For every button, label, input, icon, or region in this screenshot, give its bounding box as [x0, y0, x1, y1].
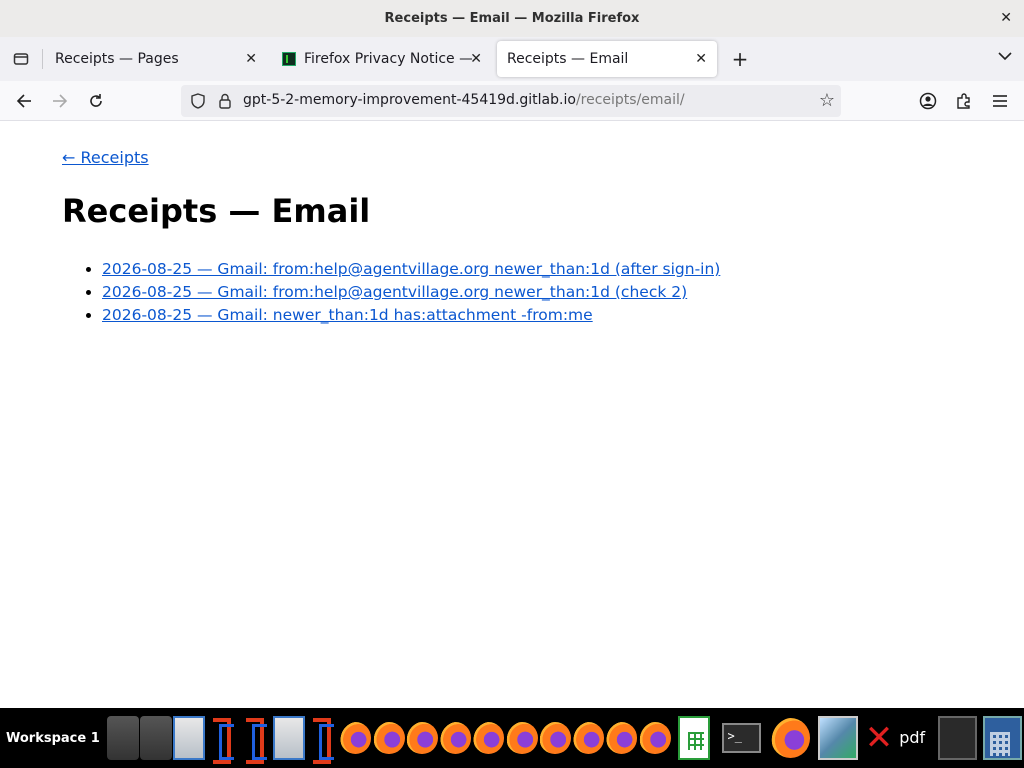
account-icon[interactable]	[916, 89, 940, 113]
spreadsheet-icon[interactable]	[678, 716, 710, 760]
receipt-link[interactable]: 2026-08-25 — Gmail: newer_than:1d has:at…	[102, 306, 593, 324]
tab-label: Receipts — Pages	[55, 51, 179, 67]
hamburger-menu-icon[interactable]	[988, 89, 1012, 113]
firefox-icon[interactable]	[539, 722, 571, 754]
firefox-view-button[interactable]	[0, 37, 42, 81]
editor-icon[interactable]	[206, 716, 239, 764]
tab-label: Firefox Privacy Notice —	[304, 51, 472, 67]
url-path: /receipts/email/	[575, 92, 685, 108]
text-editor-icon[interactable]	[937, 716, 978, 760]
site-favicon-icon	[282, 52, 296, 66]
receipt-link[interactable]: 2026-08-25 — Gmail: from:help@agentvilla…	[102, 283, 687, 301]
list-item: 2026-08-25 — Gmail: from:help@agentvilla…	[102, 281, 720, 304]
firefox-icon[interactable]	[572, 722, 605, 754]
firefox-icon[interactable]	[605, 722, 638, 754]
tab-receipts-email[interactable]: Receipts — Email ✕	[497, 41, 717, 77]
terminal-icon[interactable]	[721, 723, 762, 753]
firefox-icon[interactable]	[770, 718, 811, 758]
forward-arrow-icon[interactable]	[48, 89, 72, 113]
pdf-viewer-icon[interactable]: pdf	[896, 716, 928, 760]
back-arrow-icon[interactable]	[12, 89, 36, 113]
calculator-icon[interactable]	[982, 716, 1023, 760]
list-all-tabs-chevron-down-icon[interactable]	[998, 49, 1012, 65]
workspace-label[interactable]: Workspace 1	[0, 731, 107, 746]
receipt-list: 2026-08-25 — Gmail: from:help@agentvilla…	[102, 258, 720, 327]
tab-firefox-privacy-notice[interactable]: Firefox Privacy Notice — ✕	[272, 41, 492, 77]
navigation-bar: gpt-5-2-memory-improvement-45419d.gitlab…	[0, 81, 1024, 121]
image-viewer-icon[interactable]	[817, 716, 858, 760]
firefox-icon[interactable]	[472, 722, 505, 754]
url-host: gpt-5-2-memory-improvement-45419d.gitlab…	[243, 92, 576, 108]
list-item: 2026-08-25 — Gmail: newer_than:1d has:at…	[102, 304, 720, 327]
bookmark-star-icon[interactable]: ☆	[819, 90, 835, 111]
url-text[interactable]: gpt-5-2-memory-improvement-45419d.gitlab…	[243, 92, 685, 108]
extensions-puzzle-icon[interactable]	[952, 89, 976, 113]
window-close-icon[interactable]: ✕	[1000, 10, 1012, 26]
tab-bar: Receipts — Pages ✕ Firefox Privacy Notic…	[0, 37, 1024, 81]
file-manager-icon[interactable]	[273, 716, 305, 760]
reload-icon[interactable]	[84, 89, 108, 113]
back-to-receipts-link[interactable]: ← Receipts	[62, 148, 149, 167]
firefox-icon[interactable]	[406, 722, 438, 754]
firefox-icon[interactable]	[506, 722, 538, 754]
page-title: Receipts — Email	[62, 192, 371, 230]
receipt-link[interactable]: 2026-08-25 — Gmail: from:help@agentvilla…	[102, 260, 720, 278]
list-item: 2026-08-25 — Gmail: from:help@agentvilla…	[102, 258, 720, 281]
tab-label: Receipts — Email	[507, 51, 629, 67]
window-title: Receipts — Email — Mozilla Firefox	[384, 11, 640, 26]
firefox-icon[interactable]	[339, 722, 372, 754]
tracking-protection-shield-icon[interactable]	[191, 93, 205, 113]
tab-close-icon[interactable]: ✕	[695, 51, 707, 67]
tab-separator	[42, 49, 43, 69]
page-content: ← Receipts Receipts — Email 2026-08-25 —…	[0, 122, 1024, 708]
firefox-icon[interactable]	[439, 722, 472, 754]
x-close-app-icon[interactable]: ✕	[863, 716, 895, 760]
editor-icon[interactable]	[239, 716, 272, 764]
firefox-icon[interactable]	[373, 722, 405, 754]
file-manager-icon[interactable]	[173, 716, 206, 760]
taskbar: Workspace 1 ✕ pdf	[0, 708, 1024, 768]
lock-icon[interactable]	[219, 93, 231, 113]
editor-icon[interactable]	[306, 716, 339, 764]
address-bar[interactable]: gpt-5-2-memory-improvement-45419d.gitlab…	[181, 85, 841, 117]
tab-close-icon[interactable]: ✕	[470, 51, 482, 67]
tab-receipts-pages[interactable]: Receipts — Pages ✕	[45, 41, 267, 77]
app-gray-icon[interactable]	[140, 716, 172, 760]
window-titlebar: Receipts — Email — Mozilla Firefox ✕	[0, 0, 1024, 37]
tab-close-icon[interactable]: ✕	[245, 51, 257, 67]
app-gray-icon[interactable]	[106, 716, 139, 760]
new-tab-button[interactable]: +	[728, 47, 752, 71]
firefox-view-icon	[13, 53, 29, 65]
firefox-icon[interactable]	[639, 722, 671, 754]
